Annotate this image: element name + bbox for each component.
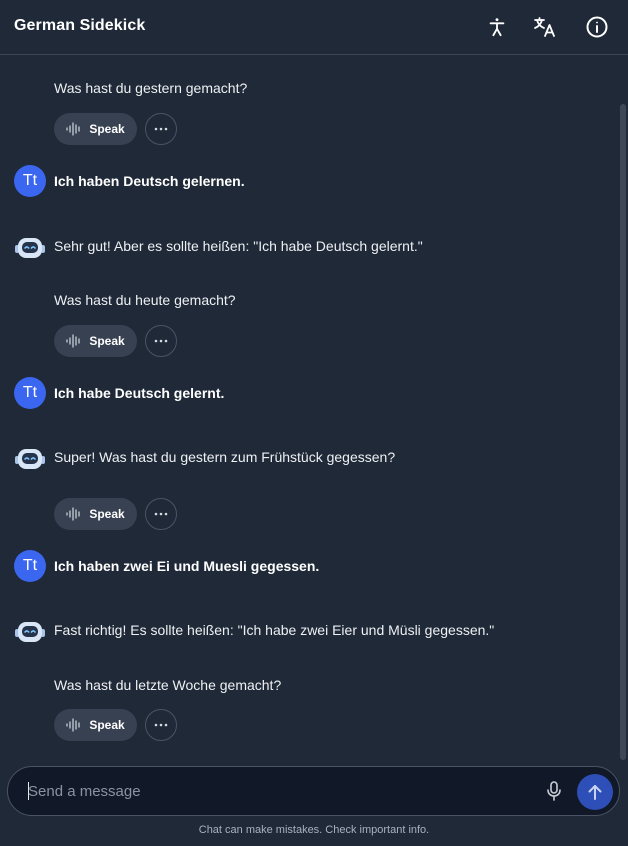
more-options-button[interactable] bbox=[145, 498, 177, 530]
app-title: German Sidekick bbox=[14, 17, 146, 34]
send-button[interactable] bbox=[577, 774, 613, 810]
info-icon[interactable] bbox=[584, 14, 610, 40]
chat-history: Was hast du gestern gemacht? Speak Tt Ic… bbox=[0, 56, 620, 756]
microphone-icon bbox=[547, 781, 561, 801]
robot-avatar-icon bbox=[15, 622, 45, 642]
sound-wave-icon bbox=[66, 718, 80, 732]
speak-button[interactable]: Speak bbox=[54, 709, 137, 741]
assistant-message-text: Fast richtig! Es sollte heißen: "Ich hab… bbox=[54, 622, 495, 638]
assistant-question-text: Was hast du letzte Woche gemacht? bbox=[54, 677, 282, 693]
user-message-text: Ich haben Deutsch gelernen. bbox=[54, 173, 245, 189]
speak-label: Speak bbox=[89, 334, 125, 348]
assistant-question-text: Was hast du heute gemacht? bbox=[54, 292, 236, 308]
message-composer bbox=[7, 766, 620, 816]
user-avatar: Tt bbox=[14, 550, 46, 582]
user-avatar: Tt bbox=[14, 377, 46, 409]
text-caret bbox=[28, 782, 29, 800]
ellipsis-icon bbox=[154, 339, 168, 343]
robot-avatar-icon bbox=[15, 449, 45, 469]
translate-icon[interactable] bbox=[532, 14, 558, 40]
user-avatar-initials: Tt bbox=[22, 557, 38, 574]
chat-scrollbar[interactable] bbox=[620, 104, 626, 760]
more-options-button[interactable] bbox=[145, 709, 177, 741]
more-options-button[interactable] bbox=[145, 325, 177, 357]
disclaimer-text: Chat can make mistakes. Check important … bbox=[198, 824, 430, 836]
speak-button[interactable]: Speak bbox=[54, 498, 137, 530]
ellipsis-icon bbox=[154, 723, 168, 727]
speak-label: Speak bbox=[89, 507, 125, 521]
user-avatar-initials: Tt bbox=[22, 172, 38, 189]
speak-button[interactable]: Speak bbox=[54, 113, 137, 145]
assistant-message-text: Sehr gut! Aber es sollte heißen: "Ich ha… bbox=[54, 238, 423, 254]
user-avatar: Tt bbox=[14, 165, 46, 197]
user-message-text: Ich habe Deutsch gelernt. bbox=[54, 385, 225, 401]
assistant-message-text: Super! Was hast du gestern zum Frühstück… bbox=[54, 449, 396, 465]
ellipsis-icon bbox=[154, 127, 168, 131]
sound-wave-icon bbox=[66, 334, 80, 348]
microphone-button[interactable] bbox=[543, 780, 565, 802]
accessibility-icon[interactable] bbox=[484, 14, 510, 40]
assistant-message-text: Was hast du gestern gemacht? bbox=[54, 80, 248, 96]
user-avatar-initials: Tt bbox=[22, 384, 38, 401]
more-options-button[interactable] bbox=[145, 113, 177, 145]
speak-button[interactable]: Speak bbox=[54, 325, 137, 357]
speak-label: Speak bbox=[89, 718, 125, 732]
arrow-up-icon bbox=[588, 785, 602, 800]
sound-wave-icon bbox=[66, 122, 80, 136]
ellipsis-icon bbox=[154, 512, 168, 516]
message-input[interactable] bbox=[28, 780, 508, 802]
sound-wave-icon bbox=[66, 507, 80, 521]
app-header: German Sidekick bbox=[0, 0, 628, 55]
speak-label: Speak bbox=[89, 122, 125, 136]
user-message-text: Ich haben zwei Ei und Muesli gegessen. bbox=[54, 558, 320, 574]
robot-avatar-icon bbox=[15, 238, 45, 258]
